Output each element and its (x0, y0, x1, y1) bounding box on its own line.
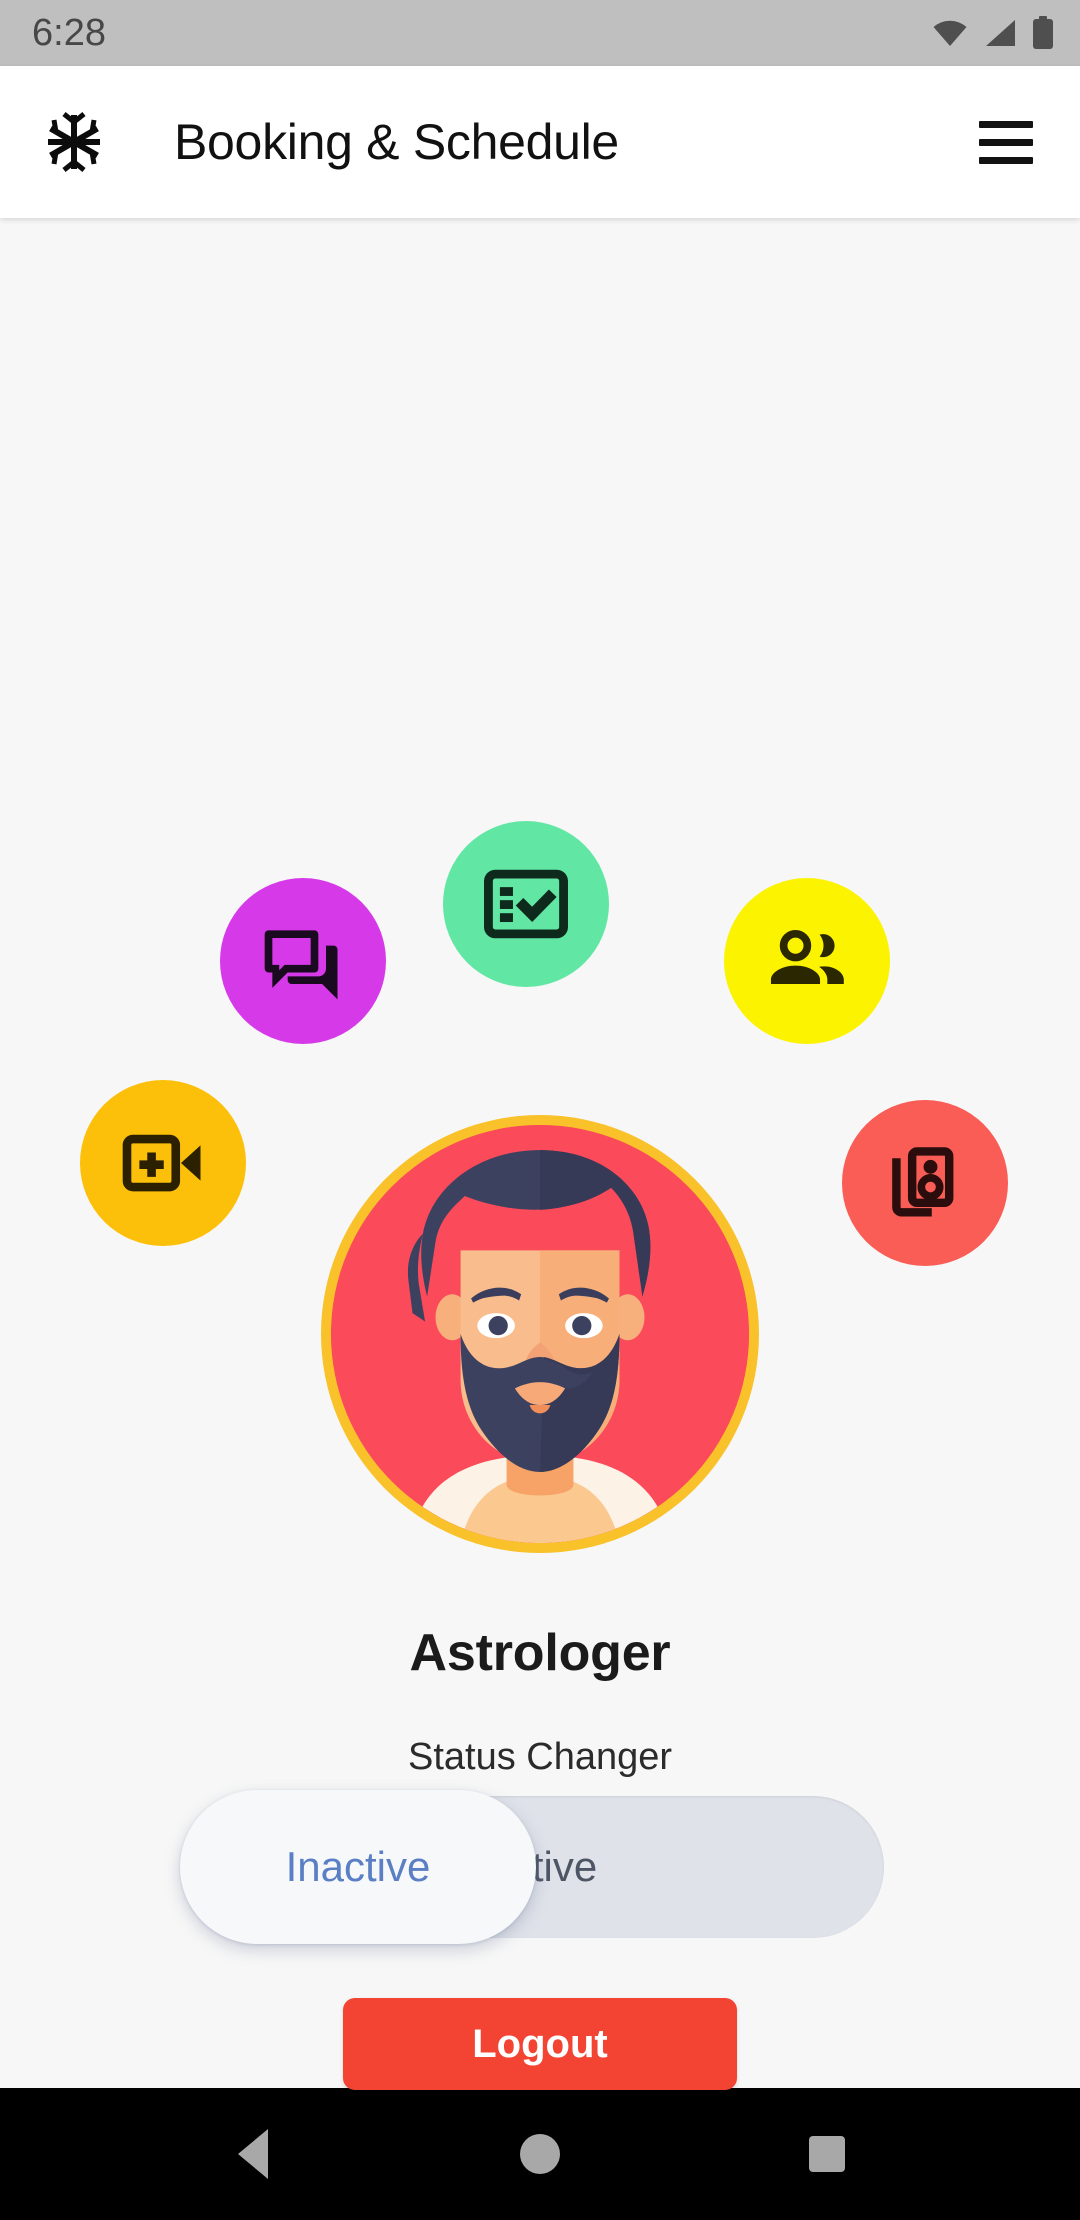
checklist-task-icon (480, 858, 572, 950)
app-bar: Booking & Schedule (0, 66, 1080, 218)
page-title: Booking & Schedule (174, 114, 619, 170)
quick-action-chat[interactable] (220, 878, 386, 1044)
speaker-group-icon (881, 1139, 969, 1227)
recents-square-icon[interactable] (767, 2088, 887, 2220)
logout-button[interactable]: Logout (343, 1998, 737, 2090)
phone-screen: 6:28 Booking & Schedule Astrologer Statu… (0, 0, 1080, 2220)
home-circle-icon[interactable] (480, 2088, 600, 2220)
profile-name: Astrologer (409, 1624, 671, 1682)
quick-action-people[interactable] (724, 878, 890, 1044)
people-group-icon (761, 915, 853, 1007)
chat-forum-icon (257, 915, 349, 1007)
status-changer-toggle[interactable]: Inactive Active (180, 1790, 884, 1944)
hamburger-menu-icon[interactable] (968, 104, 1044, 180)
status-bar-clock: 6:28 (32, 12, 106, 54)
avatar[interactable] (321, 1115, 759, 1553)
quick-action-speaker[interactable] (842, 1100, 1008, 1266)
cellular-signal-icon (984, 19, 1016, 47)
status-bar-icons (932, 16, 1054, 50)
bearded-man-avatar (331, 1125, 749, 1543)
avatar-ring (321, 1115, 759, 1553)
status-bar: 6:28 (0, 0, 1080, 66)
main-content: Astrologer Status Changer Inactive Activ… (0, 218, 1080, 2090)
toggle-option-inactive[interactable]: Inactive (180, 1790, 536, 1944)
quick-action-video-call[interactable] (80, 1080, 246, 1246)
snowflake-logo-icon[interactable] (36, 104, 112, 180)
wifi-icon (932, 19, 968, 47)
battery-icon (1032, 16, 1054, 50)
status-changer-label: Status Changer (407, 1736, 673, 1778)
back-triangle-icon[interactable] (193, 2088, 313, 2220)
quick-action-tasks[interactable] (443, 821, 609, 987)
video-call-add-icon (118, 1118, 208, 1208)
android-navigation-bar (0, 2088, 1080, 2220)
